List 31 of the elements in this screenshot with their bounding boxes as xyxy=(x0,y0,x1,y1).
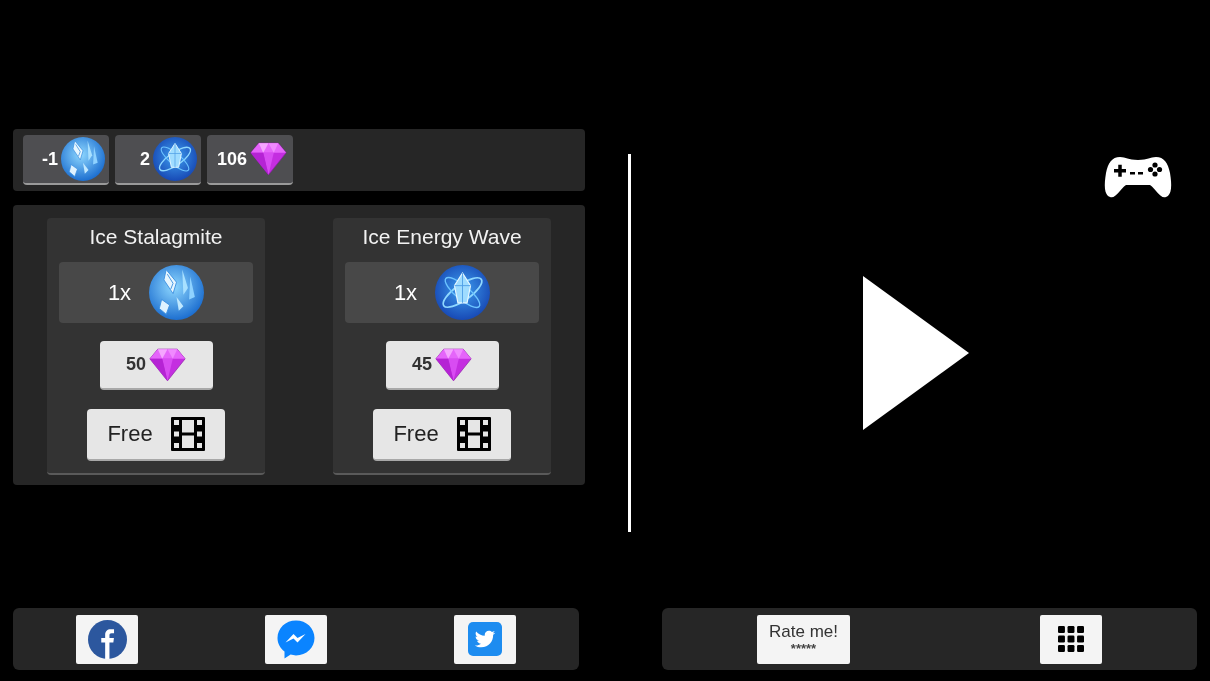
free-video-button[interactable]: Free xyxy=(87,409,225,461)
more-games-button[interactable] xyxy=(1040,614,1102,664)
quantity-text: 1x xyxy=(107,279,132,306)
gamepad-icon[interactable] xyxy=(1104,155,1172,199)
free-video-button[interactable]: Free xyxy=(373,409,511,461)
share-button[interactable] xyxy=(265,614,327,664)
skill-title: Ice Energy Wave xyxy=(362,224,522,250)
gem-icon xyxy=(250,141,287,177)
count-text: -1 xyxy=(42,148,58,170)
crystal-orbit-icon xyxy=(153,137,197,181)
share-button[interactable] xyxy=(454,614,516,664)
count-text: 106 xyxy=(216,148,247,170)
rate-button[interactable]: Rate me! ***** xyxy=(757,614,850,664)
bird-icon xyxy=(468,622,502,656)
grid-icon xyxy=(1058,626,1084,652)
price-button[interactable]: 45 xyxy=(385,341,499,390)
film-strip-icon xyxy=(170,417,205,451)
play-icon[interactable] xyxy=(863,276,969,430)
film-strip-icon xyxy=(456,417,491,451)
gem-icon xyxy=(149,346,186,383)
skill-title: Ice Stalagmite xyxy=(89,224,223,250)
chat-bubble-icon xyxy=(276,619,316,659)
share-button[interactable] xyxy=(76,614,138,664)
ice-shards-icon xyxy=(149,265,205,320)
ice-shards-icon xyxy=(61,137,105,181)
gem-icon xyxy=(435,346,472,383)
price-button[interactable]: 50 xyxy=(99,341,213,390)
crystal-orbit-icon xyxy=(435,265,491,320)
facebook-icon xyxy=(87,619,127,659)
quantity-text: 1x xyxy=(393,279,418,306)
count-text: 2 xyxy=(140,148,150,170)
